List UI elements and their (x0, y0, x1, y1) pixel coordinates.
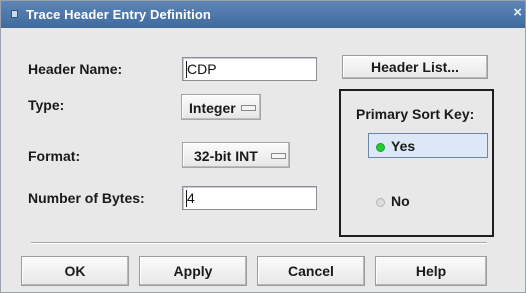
radio-selected-icon (376, 143, 385, 152)
ok-button[interactable]: OK (21, 256, 129, 286)
type-option-menu[interactable]: Integer (181, 94, 261, 120)
text-cursor (186, 61, 187, 78)
title-bar[interactable]: Trace Header Entry Definition × (1, 1, 525, 28)
bytes-field[interactable]: 4 (182, 186, 317, 210)
trace-header-dialog: Trace Header Entry Definition × Header N… (0, 0, 526, 293)
header-name-field[interactable]: CDP (182, 57, 317, 81)
button-separator (31, 242, 487, 244)
sort-key-yes-radio[interactable]: Yes (368, 133, 488, 158)
header-list-button[interactable]: Header List... (342, 55, 488, 79)
format-option-menu[interactable]: 32-bit INT (182, 142, 290, 168)
option-menu-indicator-icon (241, 105, 256, 111)
sort-key-label: Primary Sort Key: (356, 106, 475, 122)
close-icon[interactable]: × (513, 5, 522, 21)
type-label: Type: (28, 97, 65, 113)
apply-button[interactable]: Apply (139, 256, 247, 286)
sort-key-no-radio[interactable]: No (368, 188, 488, 213)
format-label: Format: (28, 148, 81, 164)
bytes-value: 4 (187, 190, 195, 206)
sort-key-no-label: No (391, 193, 410, 209)
header-name-value: CDP (187, 61, 217, 77)
radio-unselected-icon (376, 198, 385, 207)
window-menu-icon[interactable] (11, 10, 18, 18)
bytes-label: Number of Bytes: (28, 190, 145, 206)
option-menu-indicator-icon (271, 153, 286, 159)
format-value: 32-bit INT (194, 148, 258, 164)
cancel-button[interactable]: Cancel (257, 256, 365, 286)
header-name-label: Header Name: (28, 61, 123, 77)
primary-sort-key-group: Primary Sort Key: Yes No (339, 89, 494, 237)
text-cursor (186, 190, 187, 207)
help-button[interactable]: Help (375, 256, 487, 286)
sort-key-yes-label: Yes (391, 138, 416, 154)
type-value: Integer (189, 100, 236, 116)
window-title: Trace Header Entry Definition (26, 7, 211, 22)
